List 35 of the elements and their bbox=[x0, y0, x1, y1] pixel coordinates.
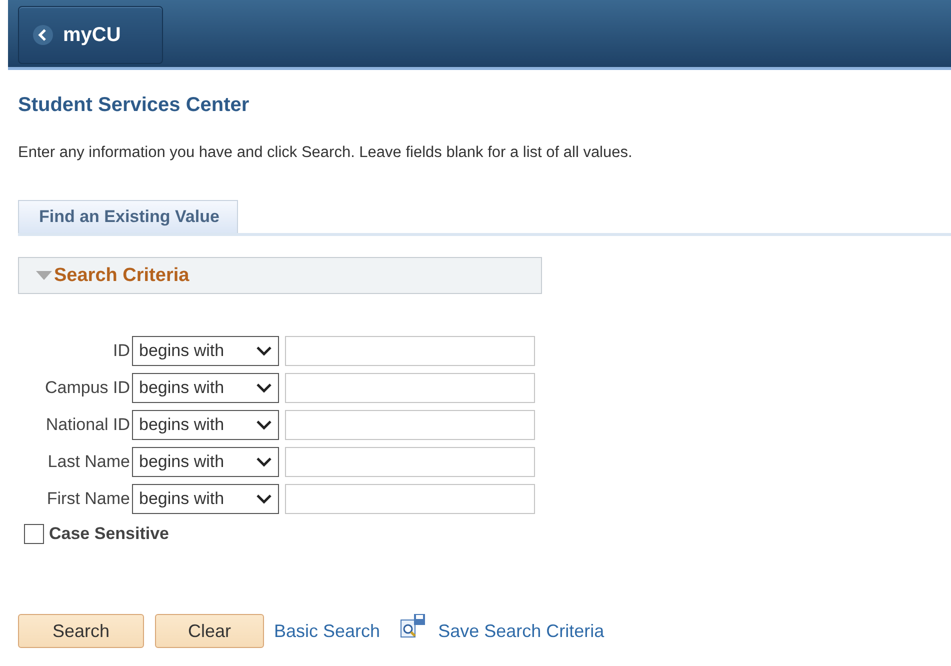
chevron-left-icon bbox=[33, 25, 53, 45]
field-label: Campus ID bbox=[44, 378, 130, 398]
chevron-down-icon bbox=[256, 420, 272, 430]
input-field[interactable] bbox=[285, 447, 535, 477]
section-title: Search Criteria bbox=[54, 264, 190, 286]
input-field[interactable] bbox=[285, 484, 535, 514]
save-search-link[interactable]: Save Search Criteria bbox=[438, 620, 604, 642]
field-label: Last Name bbox=[46, 452, 130, 472]
field-label: National ID bbox=[44, 415, 130, 435]
input-field[interactable] bbox=[285, 373, 535, 403]
checkbox[interactable] bbox=[24, 524, 44, 544]
magnifier-document-icon bbox=[400, 614, 426, 640]
chevron-down-icon bbox=[256, 346, 272, 356]
field-label: First Name bbox=[46, 489, 130, 509]
chevron-down-icon bbox=[256, 457, 272, 467]
operator-dropdown[interactable]: begins with bbox=[132, 447, 279, 477]
operator-dropdown[interactable]: begins with bbox=[132, 373, 279, 403]
field-label: ID bbox=[112, 341, 130, 361]
checkbox-label: Case Sensitive bbox=[49, 524, 170, 544]
operator-dropdown[interactable]: begins with bbox=[132, 484, 279, 514]
page-title: Student Services Center bbox=[18, 94, 250, 117]
input-field[interactable] bbox=[285, 336, 535, 366]
operator-dropdown[interactable]: begins with bbox=[132, 410, 279, 440]
chevron-down-icon bbox=[256, 383, 272, 393]
chevron-down-icon bbox=[256, 494, 272, 504]
tab[interactable]: Find an Existing Value bbox=[18, 200, 238, 233]
instructions-text: Enter any information you have and click Search. Leave fields blank for a list of all values. bbox=[18, 144, 634, 162]
operator-dropdown[interactable]: begins with bbox=[132, 336, 279, 366]
clear-button[interactable]: Clear bbox=[155, 614, 264, 648]
section-header[interactable]: Search Criteria bbox=[18, 257, 542, 294]
search-button[interactable]: Search bbox=[18, 614, 144, 648]
input-field[interactable] bbox=[285, 410, 535, 440]
back-button[interactable]: myCU bbox=[18, 6, 163, 64]
basic-search-link[interactable]: Basic Search bbox=[274, 620, 380, 642]
triangle-icon bbox=[36, 271, 52, 280]
